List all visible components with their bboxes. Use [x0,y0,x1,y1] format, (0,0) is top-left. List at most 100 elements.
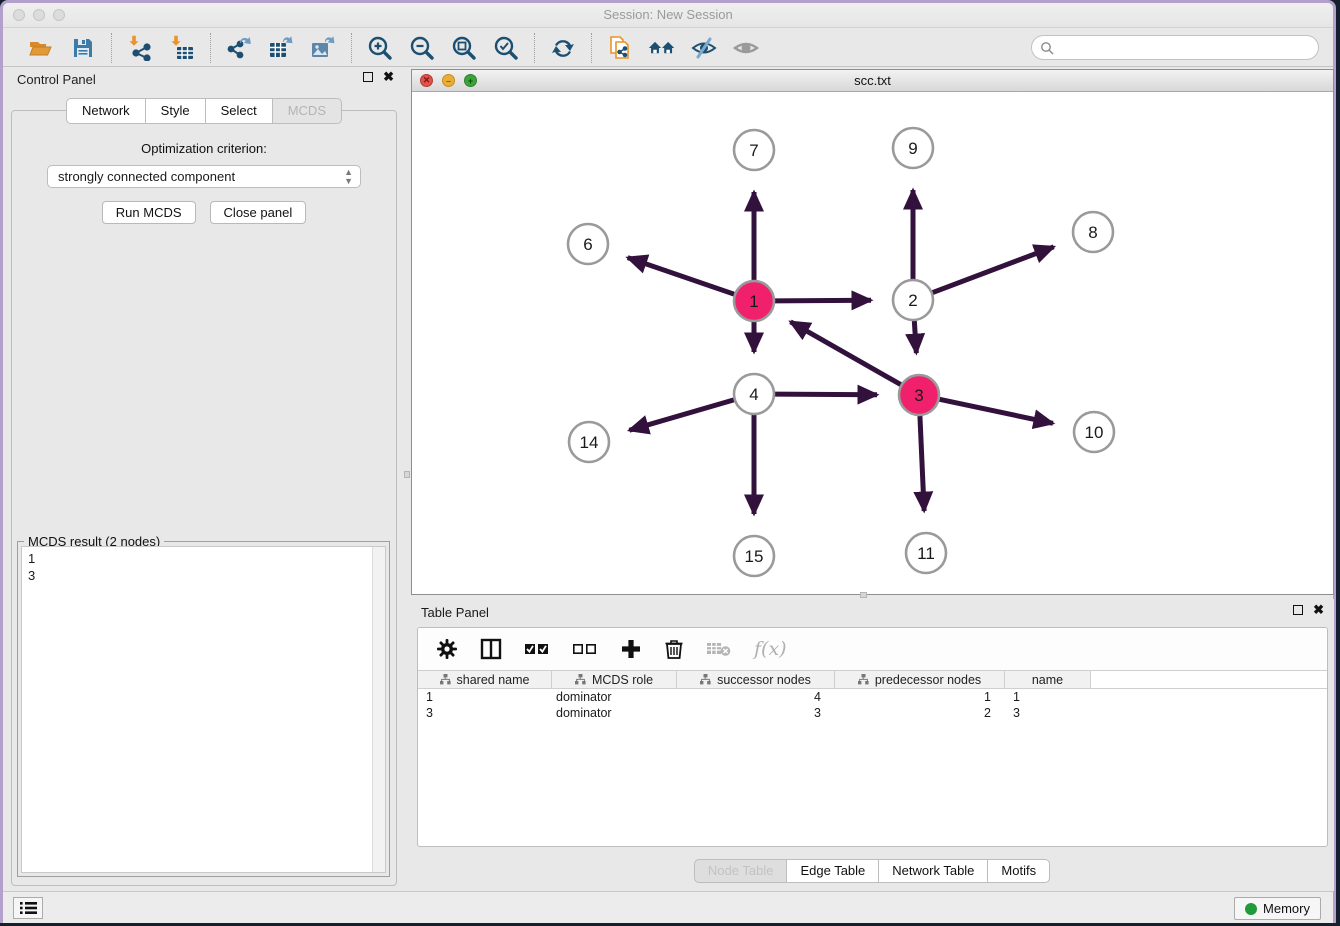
mcds-result-group: MCDS result (2 nodes) 1 3 [17,541,390,877]
create-column-icon[interactable] [620,638,642,660]
open-file-icon[interactable] [27,34,55,62]
graph-edge-1-2[interactable] [775,300,871,301]
zoom-fit-icon[interactable] [450,34,478,62]
graph-edge-2-3[interactable] [914,321,916,353]
function-builder-icon[interactable]: f(x) [754,638,787,660]
graph-edge-4-14[interactable] [629,400,734,430]
table-tabs: Node Table Edge Table Network Table Moti… [411,859,1334,883]
vertical-splitter-handle[interactable] [404,471,410,478]
result-scrollbar[interactable] [372,547,385,872]
memory-status-icon [1245,903,1257,915]
zoom-selected-icon[interactable] [492,34,520,62]
table-row[interactable]: 1 dominator 4 1 1 [418,689,1327,705]
show-all-eye-icon[interactable] [732,34,760,62]
column-header-predecessor-nodes[interactable]: predecessor nodes [835,670,1005,689]
graph-node-label: 7 [749,141,758,160]
clone-network-icon[interactable] [606,34,634,62]
table-settings-gear-icon[interactable] [436,638,458,660]
main-toolbar [3,29,1333,67]
float-panel-icon[interactable] [363,72,373,82]
cell-mcds-role[interactable]: dominator [552,705,677,721]
float-table-panel-icon[interactable] [1293,605,1303,615]
result-line: 3 [28,567,385,584]
cell-successor-nodes[interactable]: 4 [677,689,835,705]
tab-style[interactable]: Style [145,98,206,124]
run-mcds-button[interactable]: Run MCDS [102,201,196,224]
mcds-result-text[interactable]: 1 3 [21,546,386,873]
show-column-panel-icon[interactable] [480,638,502,660]
cell-successor-nodes[interactable]: 3 [677,705,835,721]
table-panel: Table Panel ✖ [411,599,1334,891]
refresh-icon[interactable] [549,34,577,62]
column-header-mcds-role[interactable]: MCDS role [552,670,677,689]
tab-motifs[interactable]: Motifs [987,859,1050,883]
cell-name[interactable]: 3 [1005,705,1091,721]
close-table-panel-icon[interactable]: ✖ [1313,605,1324,615]
graph-node-label: 14 [580,433,599,452]
close-panel-button[interactable]: Close panel [210,201,307,224]
unselect-all-columns-icon[interactable] [572,641,598,657]
column-header-filler [1091,670,1327,689]
optimization-criterion-value: strongly connected component [58,169,235,184]
zoom-in-icon[interactable] [366,34,394,62]
graph-node-label: 8 [1088,223,1097,242]
import-table-icon[interactable] [168,34,196,62]
network-window-titlebar[interactable]: ✕ – + scc.txt [412,70,1333,92]
search-input[interactable] [1054,38,1318,58]
cell-shared-name[interactable]: 1 [418,689,552,705]
export-table-icon[interactable] [267,34,295,62]
task-history-button[interactable] [13,897,43,919]
zoom-out-icon[interactable] [408,34,436,62]
cell-filler [1091,689,1327,705]
cell-filler [1091,705,1327,721]
import-network-icon[interactable] [126,34,154,62]
delete-table-icon[interactable] [706,640,732,658]
memory-button[interactable]: Memory [1234,897,1321,920]
tab-node-table[interactable]: Node Table [694,859,788,883]
network-window-title: scc.txt [412,73,1333,88]
cell-mcds-role[interactable]: dominator [552,689,677,705]
optimization-criterion-select[interactable]: strongly connected component ▲▼ [47,165,361,188]
graph-edge-4-3[interactable] [775,394,877,395]
save-session-icon[interactable] [69,34,97,62]
network-graph: 7968124314101511 [412,93,1333,595]
tab-network-table[interactable]: Network Table [878,859,988,883]
close-panel-icon[interactable]: ✖ [383,72,394,82]
graph-node-label: 3 [914,386,923,405]
cell-name[interactable]: 1 [1005,689,1091,705]
network-view-window: ✕ – + scc.txt 7968124314101511 [411,69,1334,595]
column-header-name[interactable]: name [1005,670,1091,689]
cell-predecessor-nodes[interactable]: 2 [835,705,1005,721]
table-header-row: shared name MCDS role successor nodes pr… [418,670,1327,689]
graph-edge-2-8[interactable] [933,247,1054,293]
graph-edge-3-11[interactable] [920,416,924,511]
list-icon [20,901,37,915]
column-type-icon [575,674,586,685]
status-bar: Memory [3,891,1333,923]
delete-columns-icon[interactable] [664,638,684,660]
tab-edge-table[interactable]: Edge Table [786,859,879,883]
cell-shared-name[interactable]: 3 [418,705,552,721]
column-header-successor-nodes[interactable]: successor nodes [677,670,835,689]
graph-node-label: 9 [908,139,917,158]
application-window: Session: New Session [0,0,1336,923]
search-box[interactable] [1031,35,1319,60]
graph-node-label: 10 [1085,423,1104,442]
graph-edge-3-1[interactable] [790,322,900,385]
graph-edge-3-10[interactable] [940,399,1053,423]
network-canvas[interactable]: 7968124314101511 [412,93,1333,594]
hide-selected-eye-icon[interactable] [690,34,718,62]
tab-mcds[interactable]: MCDS [272,98,342,124]
first-neighbors-icon[interactable] [648,34,676,62]
select-all-columns-icon[interactable] [524,641,550,657]
tab-network[interactable]: Network [66,98,146,124]
export-image-icon[interactable] [309,34,337,62]
cell-predecessor-nodes[interactable]: 1 [835,689,1005,705]
table-row[interactable]: 3 dominator 3 2 3 [418,705,1327,721]
tab-select[interactable]: Select [205,98,273,124]
graph-edge-1-6[interactable] [628,258,734,295]
export-network-icon[interactable] [225,34,253,62]
horizontal-splitter-handle[interactable] [860,592,867,598]
app-title: Session: New Session [3,7,1333,22]
column-header-shared-name[interactable]: shared name [418,670,552,689]
